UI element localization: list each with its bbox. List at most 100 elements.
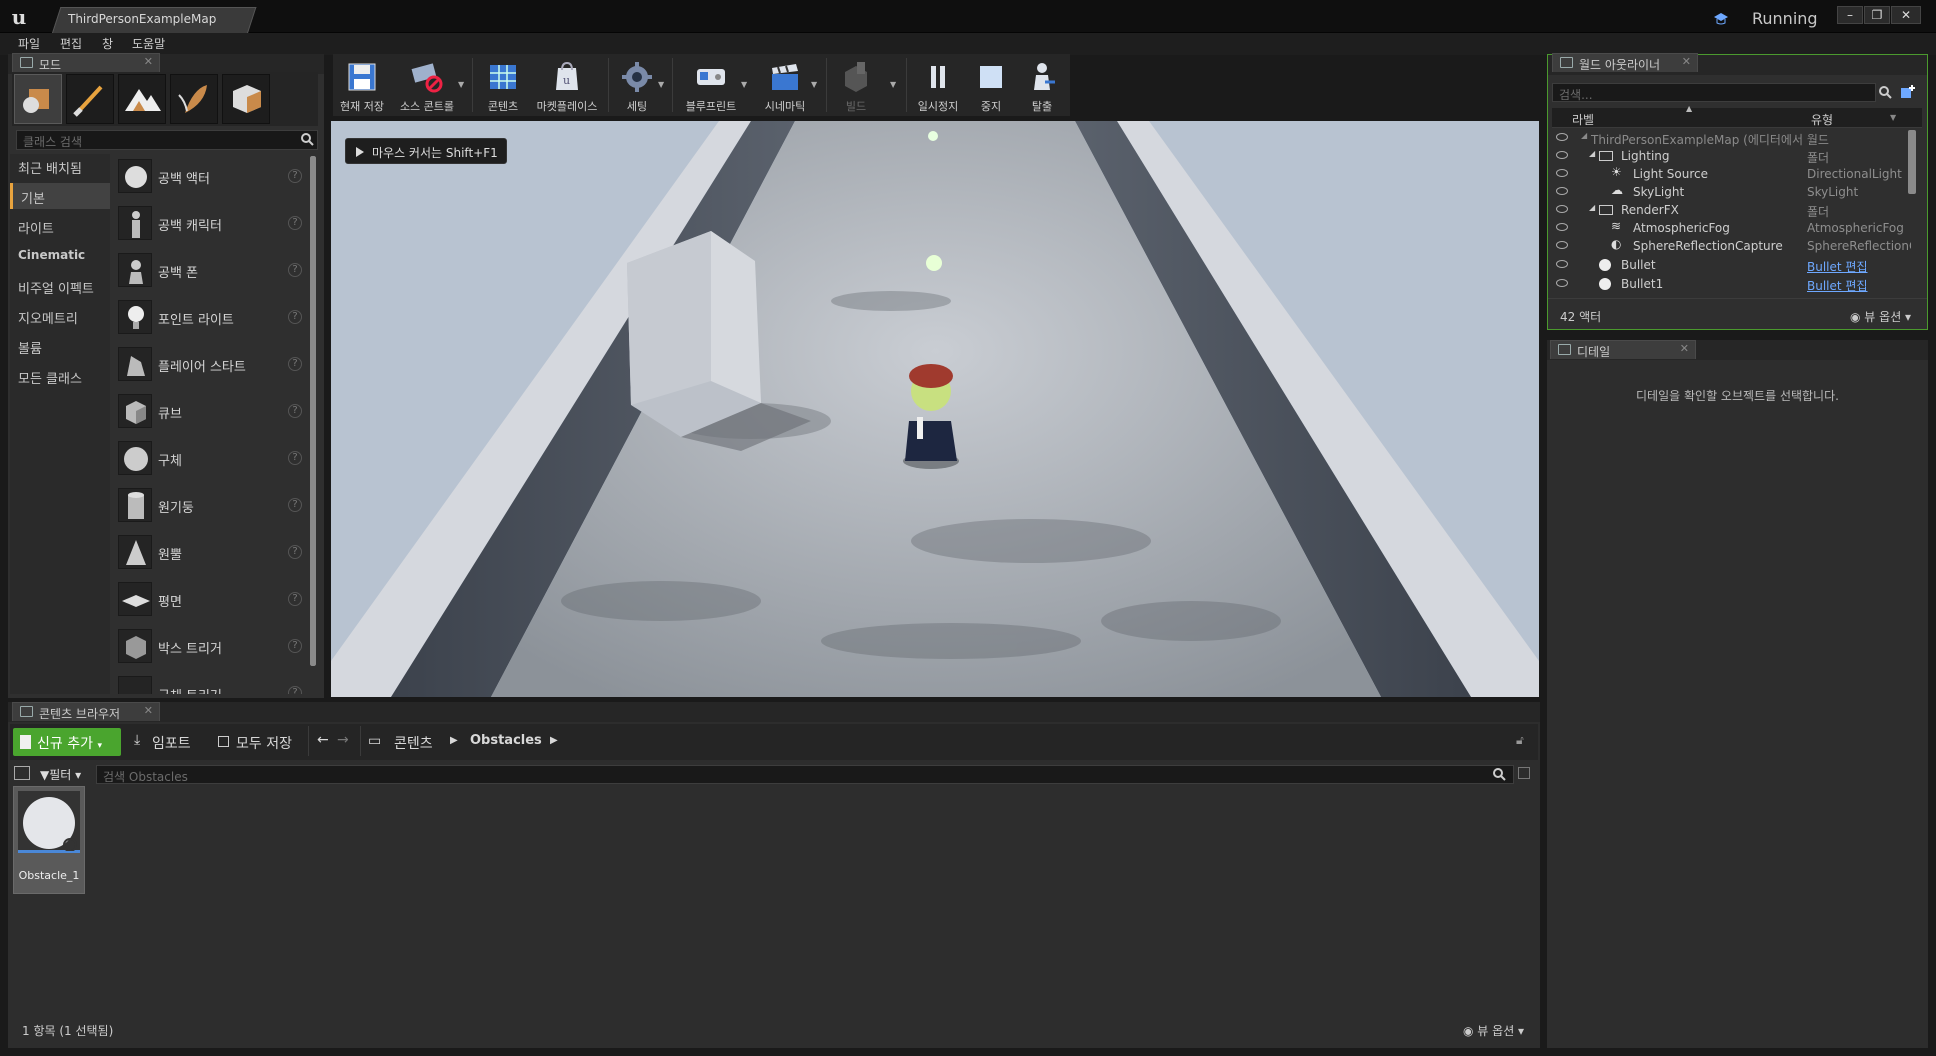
import-button[interactable]: ⤓ 임포트 xyxy=(132,728,202,756)
outliner-row-world[interactable]: ◢ ThirdPersonExampleMap (에디터에서 월드 xyxy=(1553,129,1915,147)
source-control-button[interactable]: 소스 콘트롤 xyxy=(394,56,460,114)
help-icon[interactable]: ? xyxy=(288,263,302,277)
visibility-eye-icon[interactable] xyxy=(1556,279,1568,287)
category-basic[interactable]: 기본 xyxy=(10,183,110,209)
place-item-cylinder[interactable]: 원기둥? xyxy=(114,484,310,528)
help-icon[interactable]: ? xyxy=(288,639,302,653)
pause-button[interactable]: 일시정지 xyxy=(912,56,964,114)
expand-arrow-icon[interactable]: ◢ xyxy=(1589,203,1595,212)
place-item-player-start[interactable]: 플레이어 스타트? xyxy=(114,343,310,387)
build-button[interactable]: 빌드 xyxy=(832,56,880,114)
tab-content-browser[interactable]: 콘텐츠 브라우저 ✕ xyxy=(12,702,160,721)
place-mode-button[interactable] xyxy=(14,74,62,124)
source-control-dropdown-icon[interactable]: ▼ xyxy=(458,80,464,89)
place-item-cube[interactable]: 큐브? xyxy=(114,390,310,434)
outliner-scrollbar[interactable] xyxy=(1908,130,1916,194)
category-geometry[interactable]: 지오메트리 xyxy=(10,303,110,329)
close-window-button[interactable]: ✕ xyxy=(1891,6,1921,24)
category-all-classes[interactable]: 모든 클래스 xyxy=(10,363,110,389)
visibility-eye-icon[interactable] xyxy=(1556,169,1568,177)
blueprints-button[interactable]: 블루프린트 xyxy=(678,56,744,114)
place-item-empty-pawn[interactable]: 공백 폰? xyxy=(114,249,310,293)
forward-arrow-icon[interactable]: → xyxy=(337,728,353,756)
marketplace-button[interactable]: u 마켓플레이스 xyxy=(532,56,602,114)
close-icon[interactable]: ✕ xyxy=(144,704,153,717)
breadcrumb-chevron-icon[interactable]: ▶ xyxy=(550,728,558,756)
place-item-sphere[interactable]: 구체? xyxy=(114,437,310,481)
content-search-input[interactable]: 검색 Obstacles xyxy=(96,765,1514,784)
place-item-empty-actor[interactable]: 공백 액터? xyxy=(114,155,310,199)
expand-arrow-icon[interactable]: ◢ xyxy=(1589,149,1595,158)
category-recent[interactable]: 최근 배치됨 xyxy=(10,153,110,179)
search-icon[interactable] xyxy=(1492,767,1506,781)
blueprints-dropdown-icon[interactable]: ▼ xyxy=(741,80,747,89)
save-all-button[interactable]: 모두 저장 xyxy=(216,728,302,756)
category-lights[interactable]: 라이트 xyxy=(10,213,110,239)
menu-file[interactable]: 파일 xyxy=(18,35,40,52)
help-icon[interactable]: ? xyxy=(288,357,302,371)
maximize-button[interactable]: ❐ xyxy=(1864,6,1890,24)
help-icon[interactable]: ? xyxy=(288,686,302,694)
modes-scrollbar[interactable] xyxy=(310,156,316,666)
outliner-row-renderfx[interactable]: ◢ RenderFX 폴더 xyxy=(1553,201,1915,219)
outliner-row-sphere-reflection[interactable]: ◐ SphereReflectionCapture SphereReflection… xyxy=(1553,237,1915,255)
visibility-eye-icon[interactable] xyxy=(1556,205,1568,213)
visibility-eye-icon[interactable] xyxy=(1556,187,1568,195)
stop-button[interactable]: 중지 xyxy=(968,56,1014,114)
folder-open-icon[interactable]: ▭ xyxy=(368,728,384,756)
level-viewport[interactable] xyxy=(331,121,1539,697)
sources-toggle-icon[interactable] xyxy=(14,766,30,780)
menu-window[interactable]: 창 xyxy=(102,35,113,52)
cinematics-button[interactable]: 시네마틱 xyxy=(752,56,818,114)
tab-world-outliner[interactable]: 월드 아웃라이너 ✕ xyxy=(1552,53,1698,72)
search-icon[interactable] xyxy=(1878,85,1892,99)
column-label[interactable]: 라벨 xyxy=(1572,111,1594,128)
asset-tile-obstacle[interactable]: Obstacle_1 xyxy=(13,786,85,894)
paint-mode-button[interactable] xyxy=(66,74,114,124)
eject-button[interactable]: 탈출 xyxy=(1018,56,1066,114)
landscape-mode-button[interactable] xyxy=(118,74,166,124)
filter-button[interactable]: ▼필터 ▾ xyxy=(40,766,81,783)
visibility-eye-icon[interactable] xyxy=(1556,223,1568,231)
help-icon[interactable]: ? xyxy=(288,545,302,559)
column-type[interactable]: 유형 xyxy=(1811,111,1833,128)
visibility-eye-icon[interactable] xyxy=(1556,151,1568,159)
edit-bullet-link[interactable]: Bullet 편집 xyxy=(1807,258,1911,275)
expand-arrow-icon[interactable]: ◢ xyxy=(1581,131,1587,140)
outliner-row-light-source[interactable]: ☀ Light Source DirectionalLight xyxy=(1553,165,1915,183)
breadcrumb-obstacles[interactable]: Obstacles xyxy=(470,728,542,756)
category-volumes[interactable]: 볼륨 xyxy=(10,333,110,359)
help-icon[interactable]: ? xyxy=(288,592,302,606)
category-visual-effects[interactable]: 비주얼 이펙트 xyxy=(10,273,110,299)
menu-help[interactable]: 도움말 xyxy=(132,35,165,52)
place-item-empty-character[interactable]: 공백 캐릭터? xyxy=(114,202,310,246)
visibility-eye-icon[interactable] xyxy=(1556,260,1568,268)
outliner-row-skylight[interactable]: ☁ SkyLight SkyLight xyxy=(1553,183,1915,201)
column-menu-icon[interactable]: ▼ xyxy=(1890,113,1896,122)
add-actor-icon[interactable] xyxy=(1900,84,1916,100)
content-view-options-button[interactable]: ◉ 뷰 옵션 ▾ xyxy=(1463,1022,1524,1039)
save-current-button[interactable]: 현재 저장 xyxy=(334,56,390,114)
back-arrow-icon[interactable]: ← xyxy=(317,728,333,756)
category-cinematic[interactable]: Cinematic xyxy=(10,243,110,269)
visibility-eye-icon[interactable] xyxy=(1556,133,1568,141)
place-item-plane[interactable]: 평면? xyxy=(114,578,310,622)
help-icon[interactable]: ? xyxy=(288,169,302,183)
close-icon[interactable]: ✕ xyxy=(144,55,153,68)
search-icon[interactable] xyxy=(300,132,314,146)
lock-icon[interactable]: 🔓︎ xyxy=(1516,728,1524,756)
outliner-row-bullet1[interactable]: Bullet1 Bullet 편집 xyxy=(1553,275,1915,293)
menu-edit[interactable]: 편집 xyxy=(60,35,82,52)
place-item-box-trigger[interactable]: 박스 트리거? xyxy=(114,625,310,669)
visibility-eye-icon[interactable] xyxy=(1556,241,1568,249)
breadcrumb-content[interactable]: 콘텐츠 xyxy=(394,728,433,756)
graduation-cap-icon[interactable] xyxy=(1713,12,1729,26)
cinematics-dropdown-icon[interactable]: ▼ xyxy=(811,80,817,89)
place-item-point-light[interactable]: 포인트 라이트? xyxy=(114,296,310,340)
outliner-row-lighting[interactable]: ◢ Lighting 폴더 xyxy=(1553,147,1915,165)
save-search-icon[interactable] xyxy=(1518,767,1530,779)
breadcrumb-chevron-icon[interactable]: ▶ xyxy=(450,728,458,756)
outliner-row-atmospheric-fog[interactable]: ≋ AtmosphericFog AtmosphericFog xyxy=(1553,219,1915,237)
outliner-view-options-button[interactable]: ◉ 뷰 옵션 ▾ xyxy=(1850,308,1911,325)
edit-bullet-link[interactable]: Bullet 편집 xyxy=(1807,277,1911,294)
